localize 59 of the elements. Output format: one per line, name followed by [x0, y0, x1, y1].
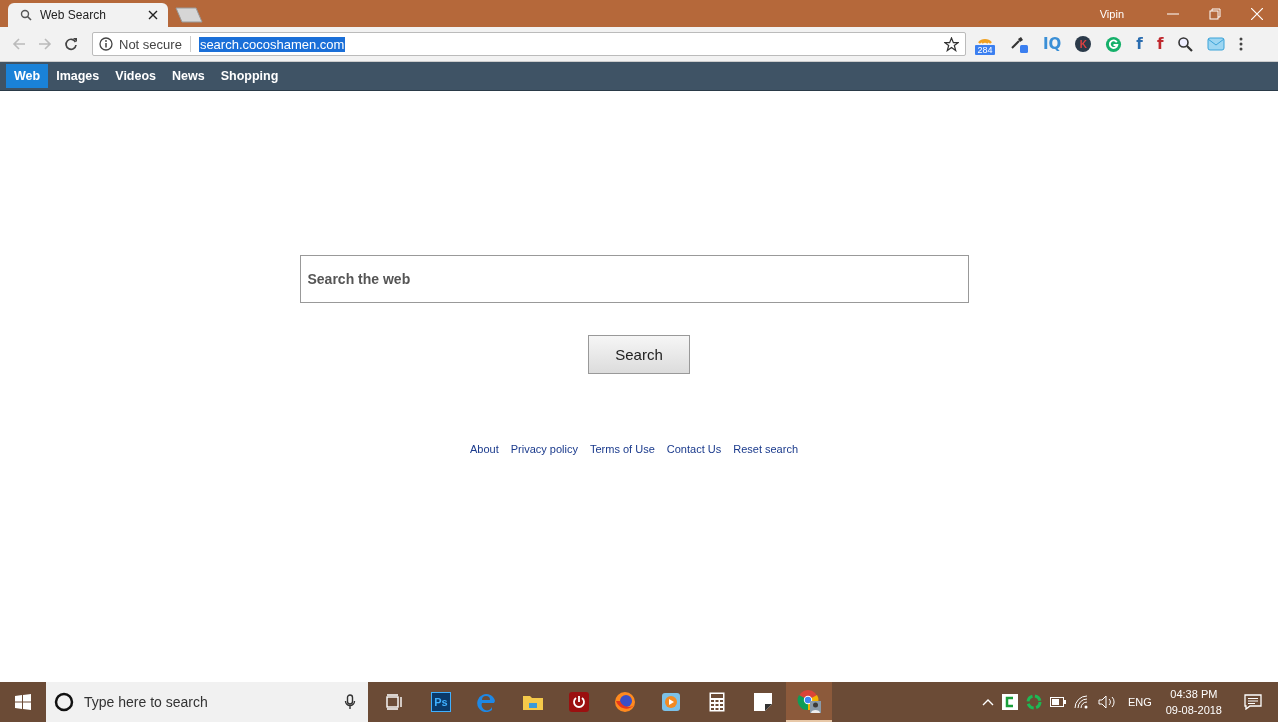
power-icon [569, 692, 589, 712]
taskbar-app[interactable]: Ps [418, 682, 464, 722]
chevron-up-icon[interactable] [981, 698, 994, 706]
nav-tab[interactable]: Web [6, 64, 49, 88]
calculator-icon [709, 692, 725, 712]
url-text: search.cocoshamen.com [198, 36, 346, 52]
extension-button[interactable]: f [1136, 35, 1143, 53]
taskbar-app[interactable] [786, 682, 832, 722]
security-label: Not secure [119, 36, 182, 52]
app-icon: Ps [431, 692, 451, 712]
wifi-icon[interactable] [1073, 695, 1090, 709]
close-icon[interactable] [148, 10, 158, 20]
cortana-icon [54, 692, 74, 712]
nav-tab[interactable]: Videos [107, 64, 165, 88]
restore-icon[interactable] [1209, 7, 1221, 20]
tray-app-icon[interactable] [1001, 694, 1018, 710]
address-bar[interactable]: Not secure search.cocoshamen.com [92, 32, 966, 56]
clock-time[interactable]: 04:38 PM [1170, 686, 1218, 702]
search-field[interactable]: Search the web [299, 255, 969, 303]
count-badge: 284 [975, 45, 995, 55]
footer-link[interactable]: Reset search [733, 443, 798, 455]
star-icon[interactable] [944, 36, 959, 52]
speaker-icon[interactable] [1097, 695, 1116, 709]
fox-globe-icon [614, 691, 636, 713]
battery-icon[interactable] [1049, 697, 1066, 707]
new-tab-button[interactable] [174, 7, 204, 23]
search-icon [20, 9, 32, 21]
taskbar-search-field[interactable]: Type here to search [46, 682, 368, 722]
recycle-icon[interactable] [1025, 694, 1042, 710]
search-placeholder: Type here to search [84, 694, 208, 710]
task-view-icon [386, 694, 404, 710]
play-icon [661, 692, 681, 712]
user-name[interactable]: Vipin [1099, 7, 1124, 20]
reload-icon[interactable] [64, 37, 78, 51]
search-button[interactable]: Search [588, 335, 690, 374]
search-icon[interactable] [1177, 36, 1194, 52]
footer-link[interactable]: Terms of Use [590, 443, 655, 455]
footer-link[interactable]: Privacy policy [510, 443, 578, 455]
extension-button[interactable]: f [1156, 35, 1164, 53]
notification-icon[interactable] [1244, 694, 1262, 710]
browser-icon [797, 689, 821, 713]
windows-icon [15, 694, 31, 710]
nav-tab[interactable]: Images [48, 64, 108, 88]
sticky-note-icon [754, 693, 772, 711]
rss-extension-button[interactable]: 284 [975, 33, 995, 55]
nav-tab[interactable]: Shopping [212, 64, 287, 88]
folder-icon [522, 693, 544, 711]
e-icon [477, 692, 497, 712]
browser-tab[interactable]: Web Search [8, 3, 168, 27]
info-icon [99, 37, 113, 51]
footer-link[interactable]: About [470, 443, 499, 455]
nav-tab[interactable]: News [164, 64, 213, 88]
language-indicator[interactable]: ENG [1127, 696, 1152, 708]
clock-date[interactable]: 09-08-2018 [1165, 702, 1222, 718]
g-circle-icon[interactable] [1105, 35, 1123, 53]
menu-icon[interactable] [1239, 37, 1244, 51]
footer-link[interactable]: Contact Us [666, 443, 722, 455]
microphone-icon[interactable] [344, 694, 356, 710]
eyedropper-icon[interactable] [1009, 34, 1029, 54]
